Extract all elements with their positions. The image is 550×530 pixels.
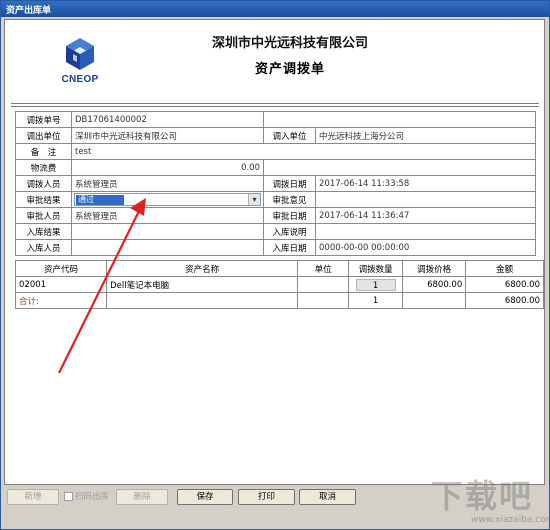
print-button[interactable]: 打印 [238,489,295,505]
watermark-main: 下载吧 [431,477,534,515]
red-arrow-annotation [58,198,146,374]
delete-button[interactable]: 删除 [116,489,168,505]
scan-out-label: 扫码出库 [75,492,110,502]
add-button[interactable]: 新增 [7,489,59,505]
cancel-button[interactable]: 取消 [299,489,356,505]
asset-transfer-window: 资产出库单 CNEOP 深圳市中光远科技有限公司 资产调拨单 调拨单号 DB17… [0,0,550,530]
watermark-url: www.xiazaiba.com [471,515,550,525]
watermark: 下载吧 www.xiazaiba.com [411,471,550,529]
save-button[interactable]: 保存 [177,489,233,505]
scan-out-checkbox[interactable] [64,492,73,501]
